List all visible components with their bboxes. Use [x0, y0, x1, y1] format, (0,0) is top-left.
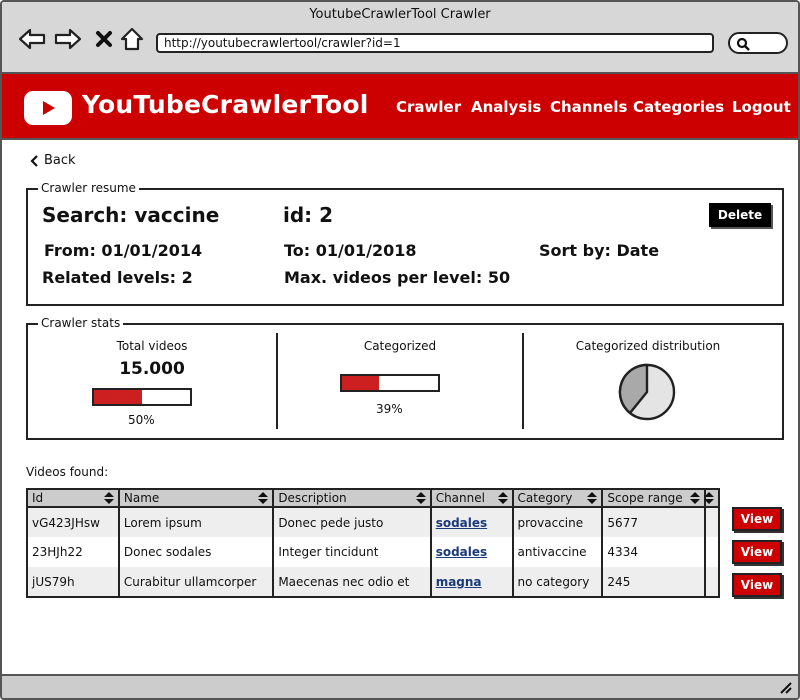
- total-videos-label: Total videos: [116, 339, 188, 353]
- total-videos-progress: [92, 388, 192, 406]
- view-button[interactable]: View: [732, 573, 782, 597]
- table-row: vG423JHsw Lorem ipsum Donec pede justo s…: [27, 507, 721, 537]
- cell-scope-range: 5677: [602, 507, 706, 537]
- crawler-stats-panel: Crawler stats Total videos 15.000 50% Ca…: [26, 316, 784, 440]
- sort-icon[interactable]: [587, 492, 598, 507]
- total-videos-progress-fill: [94, 390, 142, 404]
- sort-icon[interactable]: [103, 492, 114, 507]
- home-icon[interactable]: [118, 26, 146, 52]
- app-header: YouTubeCrawlerTool Crawler Analysis Chan…: [2, 74, 798, 140]
- column-header-description[interactable]: Description: [273, 489, 432, 508]
- cell-id: vG423JHsw: [27, 507, 120, 537]
- column-header-label: Category: [517, 491, 573, 505]
- categorized-distribution-label: Categorized distribution: [575, 339, 721, 353]
- categorized-label: Categorized: [363, 339, 437, 353]
- crawler-resume-panel: Crawler resume Search: vaccine id: 2 Del…: [26, 181, 784, 306]
- sort-by: Sort by: Date: [539, 241, 660, 260]
- channel-link[interactable]: sodales: [436, 545, 487, 559]
- youtube-logo-icon: [24, 91, 72, 125]
- crawler-resume-legend: Crawler resume: [38, 181, 139, 195]
- column-header-channel[interactable]: Channel: [430, 489, 514, 508]
- column-header-label: Id: [32, 491, 44, 505]
- crawler-id: id: 2: [283, 203, 334, 227]
- categorized-progress-fill: [342, 376, 380, 390]
- browser-statusbar: [2, 674, 798, 698]
- cell-id: 23HJh22: [27, 537, 120, 567]
- nav-crawler[interactable]: Crawler: [396, 98, 461, 116]
- column-header-scope-range[interactable]: Scope range: [602, 489, 706, 508]
- videos-found-label: Videos found:: [26, 465, 109, 479]
- cell-name: Lorem ipsum: [118, 507, 275, 537]
- channel-link[interactable]: magna: [436, 575, 482, 589]
- back-arrow-icon[interactable]: [18, 26, 46, 52]
- column-header-label: Description: [278, 491, 347, 505]
- view-button[interactable]: View: [732, 507, 782, 531]
- column-header-extra[interactable]: [704, 489, 721, 508]
- cell-empty: [704, 537, 721, 567]
- cell-channel: sodales: [430, 507, 514, 537]
- cell-scope-range: 4334: [602, 537, 706, 567]
- chevron-left-icon: [30, 154, 38, 167]
- total-videos-percent: 50%: [128, 413, 155, 427]
- cell-description: Maecenas nec odio et: [273, 567, 432, 597]
- browser-window: YoutubeCrawlerTool Crawler http://youtub…: [0, 0, 800, 700]
- column-header-label: Name: [123, 491, 160, 505]
- search-icon: [736, 37, 750, 51]
- url-input[interactable]: http://youtubecrawlertool/crawler?id=1: [156, 33, 714, 53]
- total-videos-value: 15.000: [119, 359, 185, 379]
- cell-description: Donec pede justo: [273, 507, 432, 537]
- cell-id: jUS79h: [27, 567, 120, 597]
- resize-grip-icon[interactable]: [778, 680, 792, 694]
- sort-icon[interactable]: [689, 492, 700, 507]
- to-date: To: 01/01/2018: [284, 241, 417, 260]
- channel-link[interactable]: sodales: [436, 516, 487, 530]
- browser-titlebar: YoutubeCrawlerTool Crawler http://youtub…: [2, 2, 798, 74]
- cell-empty: [704, 567, 721, 597]
- back-link[interactable]: Back: [30, 153, 76, 168]
- nav-channels[interactable]: Channels: [550, 98, 627, 116]
- browser-search-field[interactable]: [728, 32, 788, 54]
- cell-category: no category: [512, 567, 604, 597]
- categorized-progress: [340, 374, 440, 392]
- cell-channel: magna: [430, 567, 514, 597]
- nav-categories[interactable]: Categories: [633, 98, 724, 116]
- cell-category: antivaccine: [512, 537, 604, 567]
- cell-name: Donec sodales: [118, 537, 275, 567]
- cell-scope-range: 245: [602, 567, 706, 597]
- back-label: Back: [44, 153, 76, 168]
- stop-icon[interactable]: [90, 26, 118, 52]
- table-row: jUS79h Curabitur ullamcorper Maecenas ne…: [27, 567, 721, 597]
- cell-channel: sodales: [430, 537, 514, 567]
- column-header-label: Channel: [435, 491, 485, 505]
- column-header-category[interactable]: Category: [512, 489, 604, 508]
- cell-category: provaccine: [512, 507, 604, 537]
- cell-name: Curabitur ullamcorper: [118, 567, 275, 597]
- forward-arrow-icon[interactable]: [54, 26, 82, 52]
- related-levels: Related levels: 2: [42, 268, 193, 287]
- column-header-name[interactable]: Name: [118, 489, 275, 508]
- search-term: Search: vaccine: [42, 203, 220, 227]
- cell-empty: [704, 507, 721, 537]
- delete-button[interactable]: Delete: [709, 203, 771, 227]
- column-header-id[interactable]: Id: [27, 489, 120, 508]
- from-date: From: 01/01/2014: [44, 241, 203, 260]
- table-row: 23HJh22 Donec sodales Integer tincidunt …: [27, 537, 721, 567]
- nav-analysis[interactable]: Analysis: [471, 98, 541, 116]
- sort-icon[interactable]: [497, 492, 508, 507]
- categorized-percent: 39%: [376, 402, 403, 416]
- videos-table: Id Name Description Channel Category Sco…: [26, 488, 721, 598]
- sort-icon[interactable]: [704, 492, 714, 507]
- brand-title: YouTubeCrawlerTool: [82, 90, 369, 119]
- max-videos-per-level: Max. videos per level: 50: [284, 268, 511, 287]
- window-title: YoutubeCrawlerTool Crawler: [309, 7, 491, 22]
- sort-icon[interactable]: [258, 492, 269, 507]
- view-button[interactable]: View: [732, 540, 782, 564]
- nav-logout[interactable]: Logout: [732, 98, 791, 116]
- pie-chart-icon: [618, 363, 676, 421]
- table-header-row: Id Name Description Channel Category Sco…: [27, 489, 721, 508]
- sort-icon[interactable]: [415, 492, 426, 507]
- column-header-label: Scope range: [607, 491, 683, 505]
- cell-description: Integer tincidunt: [273, 537, 432, 567]
